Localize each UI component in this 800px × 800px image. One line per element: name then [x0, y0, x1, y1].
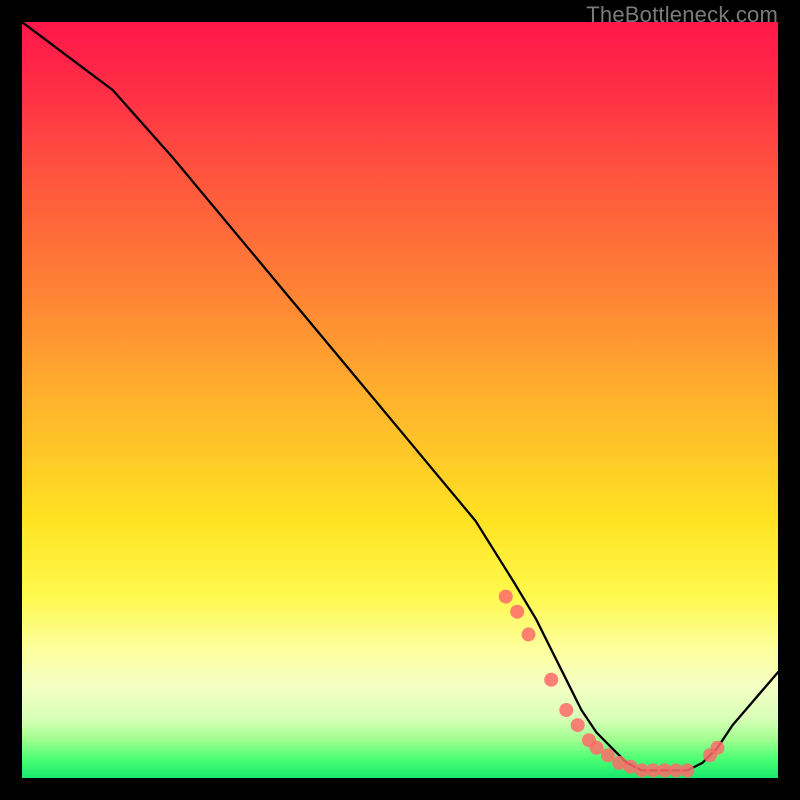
- chart-root: TheBottleneck.com: [0, 0, 800, 800]
- marker-dot: [510, 605, 524, 619]
- marker-dot: [499, 590, 513, 604]
- marker-dot: [711, 741, 725, 755]
- marker-dot: [680, 763, 694, 777]
- plot-area: [22, 22, 778, 778]
- curve-layer: [22, 22, 778, 778]
- marker-dot: [571, 718, 585, 732]
- marker-dot: [522, 627, 536, 641]
- marker-dot: [559, 703, 573, 717]
- bottleneck-curve-path: [22, 22, 778, 770]
- marker-dot: [544, 673, 558, 687]
